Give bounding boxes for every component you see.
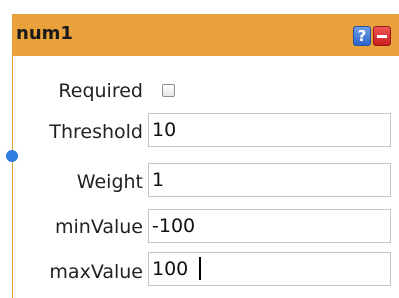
- required-checkbox[interactable]: [162, 84, 175, 97]
- threshold-label: Threshold: [49, 121, 143, 143]
- close-button[interactable]: [373, 26, 391, 46]
- weight-input[interactable]: [148, 163, 391, 197]
- required-label: Required: [58, 80, 143, 102]
- help-icon: ?: [357, 27, 367, 45]
- threshold-input[interactable]: [148, 113, 391, 147]
- max-value-input[interactable]: [148, 252, 391, 286]
- weight-label: Weight: [76, 171, 143, 193]
- node-header[interactable]: num1 ?: [12, 14, 399, 56]
- min-value-label: minValue: [54, 216, 143, 238]
- min-value-input[interactable]: [148, 209, 391, 243]
- max-value-label: maxValue: [49, 261, 143, 283]
- input-port-connector[interactable]: [6, 150, 18, 162]
- help-button[interactable]: ?: [353, 26, 371, 46]
- text-cursor: [199, 257, 201, 280]
- node-title: num1: [16, 23, 73, 44]
